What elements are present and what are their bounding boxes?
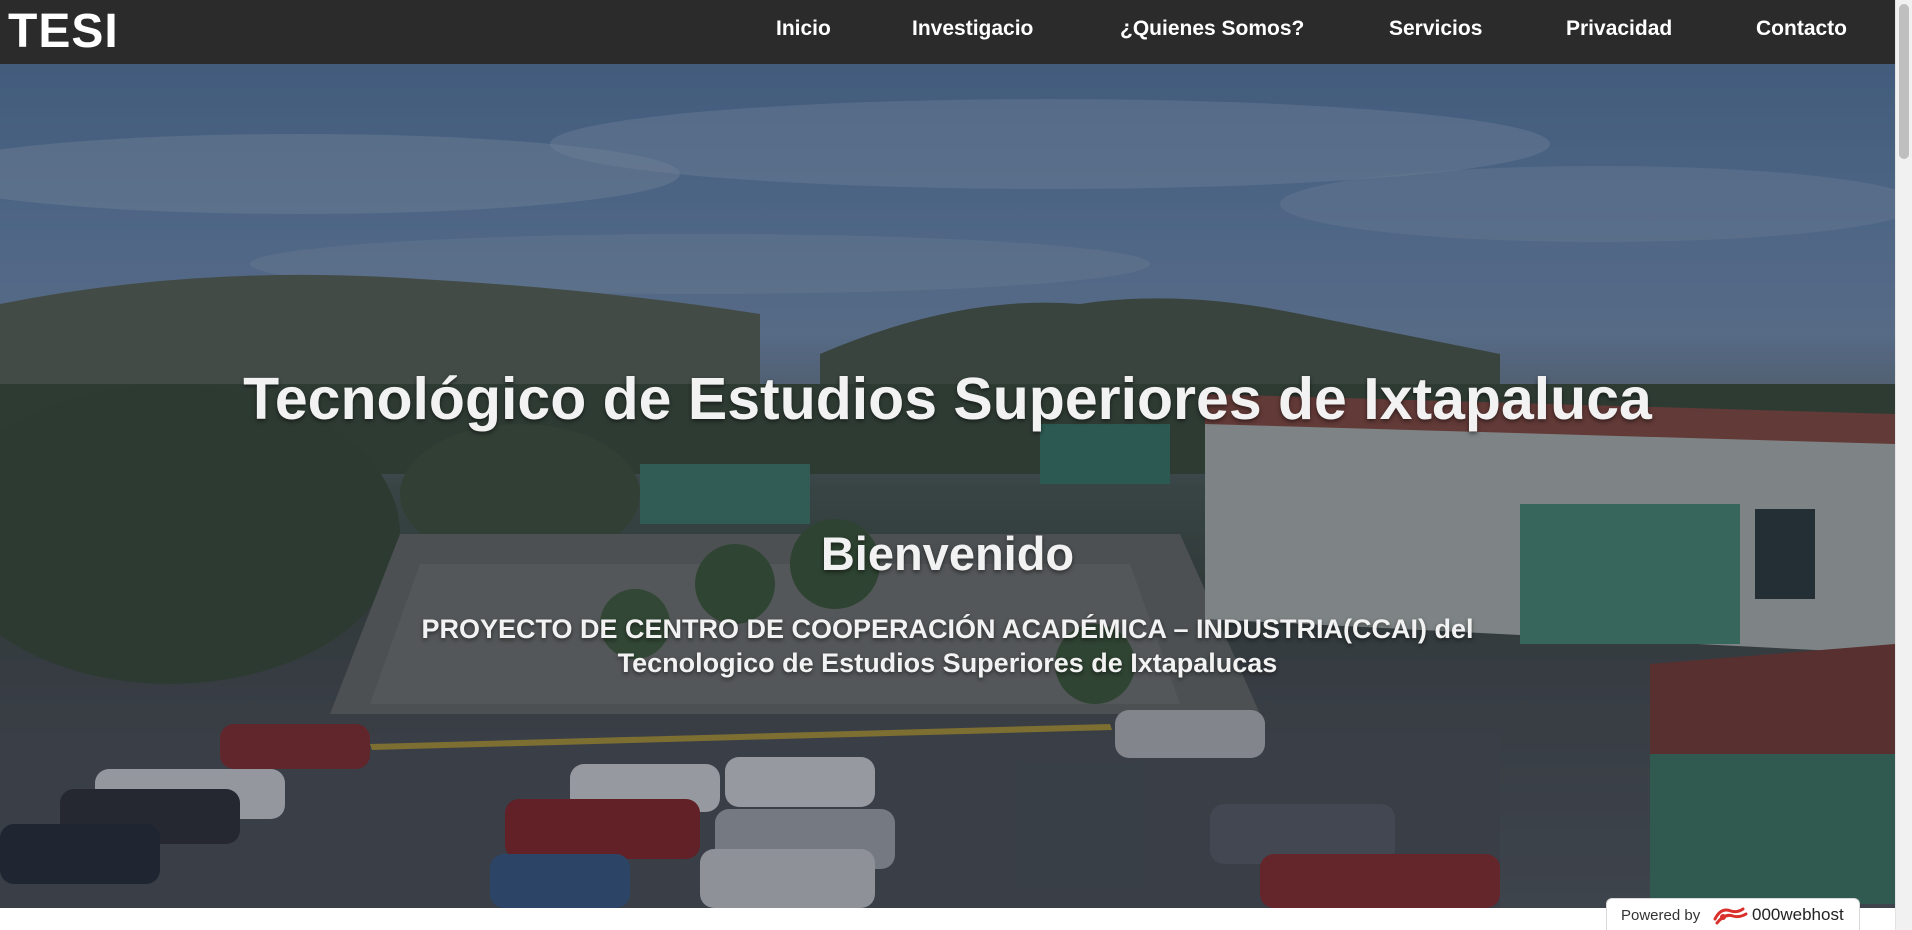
nav-link-contacto[interactable]: Contacto xyxy=(1756,16,1847,42)
nav-link-investigacio[interactable]: Investigacio xyxy=(912,16,1033,42)
powered-by-badge[interactable]: Powered by 000webhost xyxy=(1606,898,1860,930)
scrollbar-thumb[interactable] xyxy=(1899,4,1909,159)
badge-host-name: 000webhost xyxy=(1752,905,1844,924)
vertical-scrollbar[interactable] xyxy=(1895,0,1912,930)
hero-description: PROYECTO DE CENTRO DE COOPERACIÓN ACADÉM… xyxy=(421,614,1474,678)
nav-link-inicio[interactable]: Inicio xyxy=(776,16,831,42)
hero-subtitle: Bienvenido xyxy=(820,527,1075,580)
nav-link-privacidad[interactable]: Privacidad xyxy=(1566,16,1672,42)
nav-link-servicios[interactable]: Servicios xyxy=(1389,16,1482,42)
hero-dark-overlay xyxy=(0,64,1895,908)
top-navbar: TESI Inicio Investigacio ¿Quienes Somos?… xyxy=(0,0,1895,64)
hero-section: Tecnológico de Estudios Superiores de Ix… xyxy=(0,64,1895,908)
hero-title: Tecnológico de Estudios Superiores de Ix… xyxy=(243,366,1652,432)
brand-logo[interactable]: TESI xyxy=(8,6,119,58)
webhost-logo-icon xyxy=(1713,907,1748,925)
badge-powered-label: Powered by xyxy=(1621,907,1701,924)
nav-link-quienes-somos[interactable]: ¿Quienes Somos? xyxy=(1120,16,1304,42)
